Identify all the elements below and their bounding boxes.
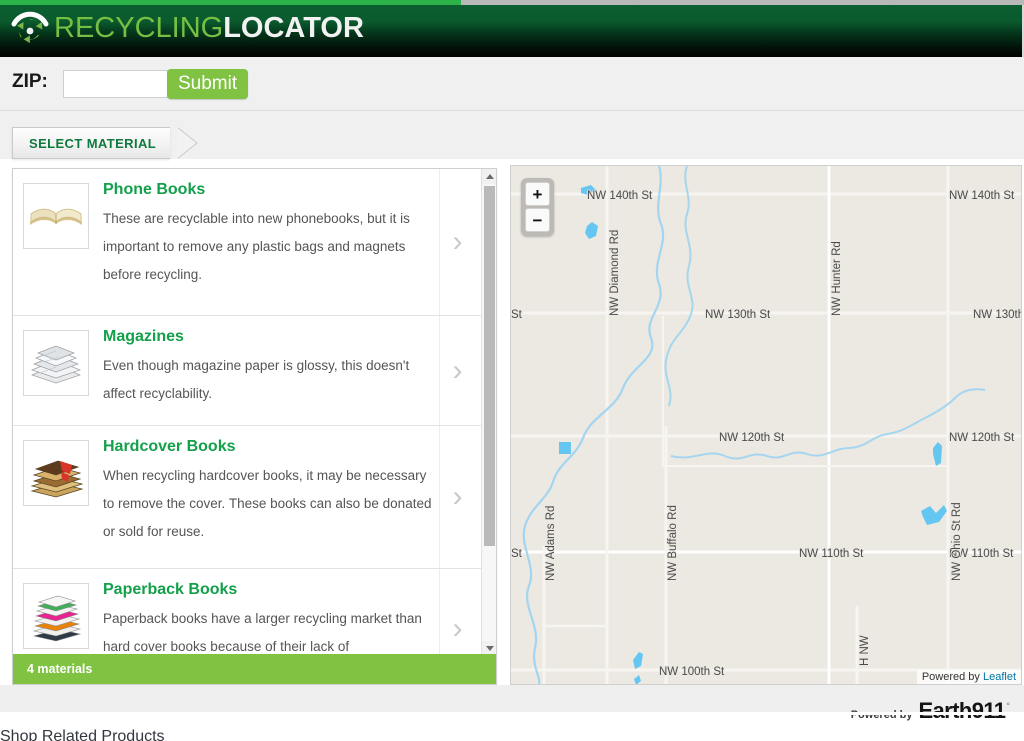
- list-item-body: Hardcover Books When recycling hardcover…: [89, 438, 483, 558]
- shop-related-heading: Shop Related Products: [0, 728, 165, 741]
- recycling-symbol-icon: [6, 4, 54, 52]
- map-street-label: NW 140th St: [587, 190, 653, 202]
- submit-button[interactable]: Submit: [167, 69, 249, 99]
- list-item-description: Paperback books have a larger recycling …: [103, 611, 422, 654]
- list-item-description: These are recyclable into new phonebooks…: [103, 211, 410, 282]
- map-street-label: NW Hunter Rd: [831, 241, 843, 316]
- chevron-right-icon[interactable]: ›: [439, 426, 475, 568]
- brand-part-recycling: RECYCLING: [54, 12, 224, 44]
- tab-bar: SELECT MATERIAL: [0, 111, 1024, 159]
- list-item-title: Paperback Books: [103, 581, 238, 598]
- list-item[interactable]: Magazines Even though magazine paper is …: [13, 316, 483, 426]
- zip-label: ZIP:: [12, 71, 48, 92]
- map-street-label: NW 130th St: [973, 309, 1022, 321]
- material-list-scrollbar[interactable]: [481, 169, 496, 656]
- material-list-panel: Phone Books These are recyclable into ne…: [12, 168, 497, 685]
- earth911-wordmark: Earth911: [918, 698, 1006, 723]
- map-street-label: H NW: [859, 635, 871, 666]
- earth911-branding: Powered by Earth911 °: [850, 698, 1010, 723]
- map-street-label: St: [511, 548, 522, 560]
- app-header: RECYCLINGLOCATOR: [0, 0, 1024, 57]
- list-item-body: Paperback Books Paperback books have a l…: [89, 581, 483, 656]
- material-count-footer: 4 materials: [13, 654, 496, 684]
- list-item-body: Phone Books These are recyclable into ne…: [89, 181, 483, 305]
- list-item-title: Magazines: [103, 328, 184, 345]
- list-item-description: Even though magazine paper is glossy, th…: [103, 358, 410, 401]
- list-item-title: Hardcover Books: [103, 438, 236, 455]
- paperback-book-stack-icon: [23, 583, 89, 649]
- map-street-label: NW Diamond Rd: [609, 229, 621, 316]
- powered-by-label: Powered by: [850, 709, 913, 721]
- material-count-label: 4 materials: [27, 662, 93, 676]
- list-item[interactable]: Hardcover Books When recycling hardcover…: [13, 426, 483, 569]
- leaflet-link[interactable]: Leaflet: [983, 671, 1016, 683]
- map-street-label: NW 130th St: [705, 309, 771, 321]
- trademark-icon: °: [1006, 701, 1010, 711]
- tab-select-material[interactable]: SELECT MATERIAL: [12, 127, 171, 159]
- app-brand-title: RECYCLINGLOCATOR: [54, 8, 364, 48]
- map-street-label: NW Ohio St Rd: [951, 502, 963, 581]
- triangle-up-icon: [485, 174, 494, 179]
- map-tiles: [511, 166, 1021, 684]
- map-street-label: NW 120th St: [719, 432, 785, 444]
- chevron-right-icon[interactable]: ›: [439, 569, 475, 656]
- brand-part-locator: LOCATOR: [223, 12, 364, 44]
- list-item-title: Phone Books: [103, 181, 206, 198]
- magazine-stack-icon: [23, 330, 89, 396]
- map-attribution: Powered by Leaflet: [916, 670, 1021, 684]
- top-progress-bar: [0, 0, 461, 5]
- top-progress-track: [461, 0, 1024, 5]
- scroll-up-button[interactable]: [482, 169, 496, 184]
- map-container[interactable]: + − NW 140th St NW 140th St St NW 130th St N…: [510, 165, 1022, 685]
- list-item[interactable]: Paperback Books Paperback books have a l…: [13, 569, 483, 656]
- map-street-label: NW 140th St: [949, 190, 1015, 202]
- chevron-right-icon[interactable]: ›: [439, 169, 475, 315]
- open-book-icon: [23, 183, 89, 249]
- page-root: RECYCLINGLOCATOR ZIP: Submit SELECT MATE…: [0, 0, 1024, 741]
- map-street-label: St: [511, 309, 522, 321]
- map-street-label: NW Adams Rd: [545, 505, 557, 581]
- zoom-out-button[interactable]: −: [525, 208, 550, 232]
- map-street-label: NW 110th St: [799, 548, 864, 560]
- material-list-viewport[interactable]: Phone Books These are recyclable into ne…: [13, 169, 483, 656]
- zoom-in-button[interactable]: +: [525, 182, 550, 206]
- map-zoom-controls[interactable]: + −: [521, 178, 554, 236]
- list-item[interactable]: Phone Books These are recyclable into ne…: [13, 169, 483, 316]
- map-street-label: NW 100th St: [659, 666, 725, 678]
- scrollbar-thumb[interactable]: [484, 186, 495, 546]
- list-item-body: Magazines Even though magazine paper is …: [89, 328, 483, 415]
- map-street-label: NW Buffalo Rd: [667, 505, 679, 581]
- attribution-prefix: Powered by: [921, 671, 980, 683]
- zip-input[interactable]: [63, 70, 168, 98]
- map-street-label: NW 120th St: [949, 432, 1015, 444]
- hardcover-book-stack-icon: [23, 440, 89, 506]
- footer-divider: [0, 712, 1024, 715]
- list-item-description: When recycling hardcover books, it may b…: [103, 468, 432, 539]
- triangle-down-icon: [485, 646, 494, 651]
- tab-select-material-label: SELECT MATERIAL: [29, 135, 157, 151]
- chevron-right-icon[interactable]: ›: [439, 316, 475, 425]
